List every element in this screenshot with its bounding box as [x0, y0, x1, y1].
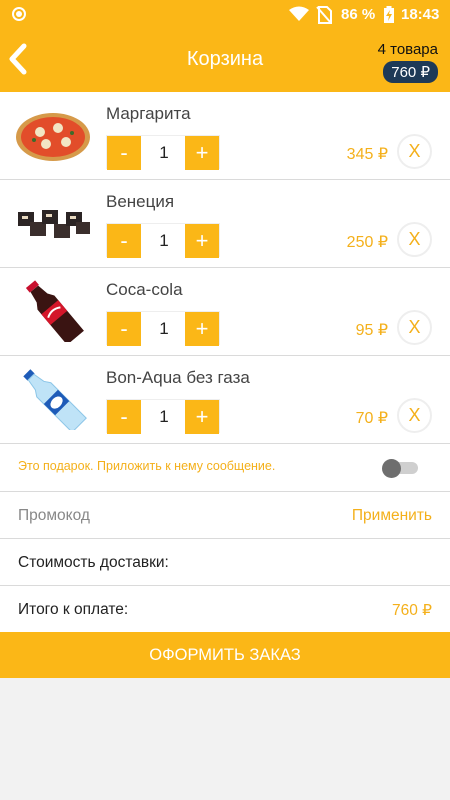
total-label: Итого к оплате:: [18, 601, 129, 618]
status-bar: 86 % 18:43: [0, 0, 450, 28]
item-name: Bon-Aqua без газа: [106, 368, 250, 387]
total-badge: 760 ₽: [383, 61, 438, 83]
quantity-value: 1: [141, 312, 187, 346]
increase-button[interactable]: +: [185, 136, 219, 170]
cart-item: Маргарита - 1 + 345 ₽ X: [0, 92, 450, 180]
decrease-button[interactable]: -: [107, 312, 141, 346]
cart-item: Венеция - 1 + 250 ₽ X: [0, 180, 450, 268]
decrease-button[interactable]: -: [107, 136, 141, 170]
item-price: 70 ₽: [355, 410, 388, 427]
delivery-cost-label: Стоимость доставки:: [18, 554, 169, 571]
increase-button[interactable]: +: [185, 400, 219, 434]
item-price: 95 ₽: [355, 322, 388, 339]
item-price: 250 ₽: [346, 234, 388, 251]
delivery-row: Стоимость доставки:: [0, 539, 450, 586]
promo-code-input[interactable]: Промокод: [18, 507, 90, 525]
quantity-value: 1: [141, 400, 187, 434]
quantity-stepper: - 1 +: [106, 135, 220, 170]
toggle-knob: [382, 459, 401, 478]
quantity-value: 1: [141, 224, 187, 258]
total-value: 760 ₽: [391, 602, 432, 619]
increase-button[interactable]: +: [185, 312, 219, 346]
remove-item-button[interactable]: X: [397, 398, 432, 433]
gift-message-label: Это подарок. Приложить к нему сообщение.: [18, 459, 276, 473]
gift-option-row: Это подарок. Приложить к нему сообщение.: [0, 444, 450, 492]
quantity-stepper: - 1 +: [106, 311, 220, 346]
cart-item: Bon-Aqua без газа - 1 + 70 ₽ X: [0, 356, 450, 444]
remove-item-button[interactable]: X: [397, 134, 432, 169]
items-count: 4 товара: [377, 41, 438, 58]
cart-list: Маргарита - 1 + 345 ₽ X Венеция - 1 + 25…: [0, 92, 450, 633]
checkout-button[interactable]: ОФОРМИТЬ ЗАКАЗ: [0, 632, 450, 678]
decrease-button[interactable]: -: [107, 400, 141, 434]
clock: 18:43: [401, 6, 440, 23]
pizza-image: [16, 113, 90, 161]
promo-code-row: Промокод Применить: [0, 492, 450, 539]
app-bar: Корзина 4 товара 760 ₽: [0, 28, 450, 92]
gift-toggle[interactable]: [382, 459, 418, 478]
battery-percent: 86 %: [341, 6, 376, 23]
quantity-value: 1: [141, 136, 187, 170]
wifi-icon: [289, 6, 309, 21]
cart-item: Coca-cola - 1 + 95 ₽ X: [0, 268, 450, 356]
quantity-stepper: - 1 +: [106, 223, 220, 258]
increase-button[interactable]: +: [185, 224, 219, 258]
cola-bottle-image: [25, 280, 84, 342]
decrease-button[interactable]: -: [107, 224, 141, 258]
app-notification-icon: [12, 7, 26, 21]
apply-promo-button[interactable]: Применить: [352, 507, 432, 525]
rolls-image: [18, 210, 90, 238]
item-name: Венеция: [106, 192, 175, 211]
no-sim-icon: [316, 6, 332, 24]
total-row: Итого к оплате: 760 ₽: [0, 586, 450, 633]
remove-item-button[interactable]: X: [397, 222, 432, 257]
quantity-stepper: - 1 +: [106, 399, 220, 434]
water-bottle-image: [23, 369, 87, 430]
remove-item-button[interactable]: X: [397, 310, 432, 345]
item-price: 345 ₽: [346, 146, 388, 163]
item-name: Coca-cola: [106, 280, 183, 299]
battery-charging-icon: [384, 6, 394, 23]
item-name: Маргарита: [106, 104, 191, 123]
